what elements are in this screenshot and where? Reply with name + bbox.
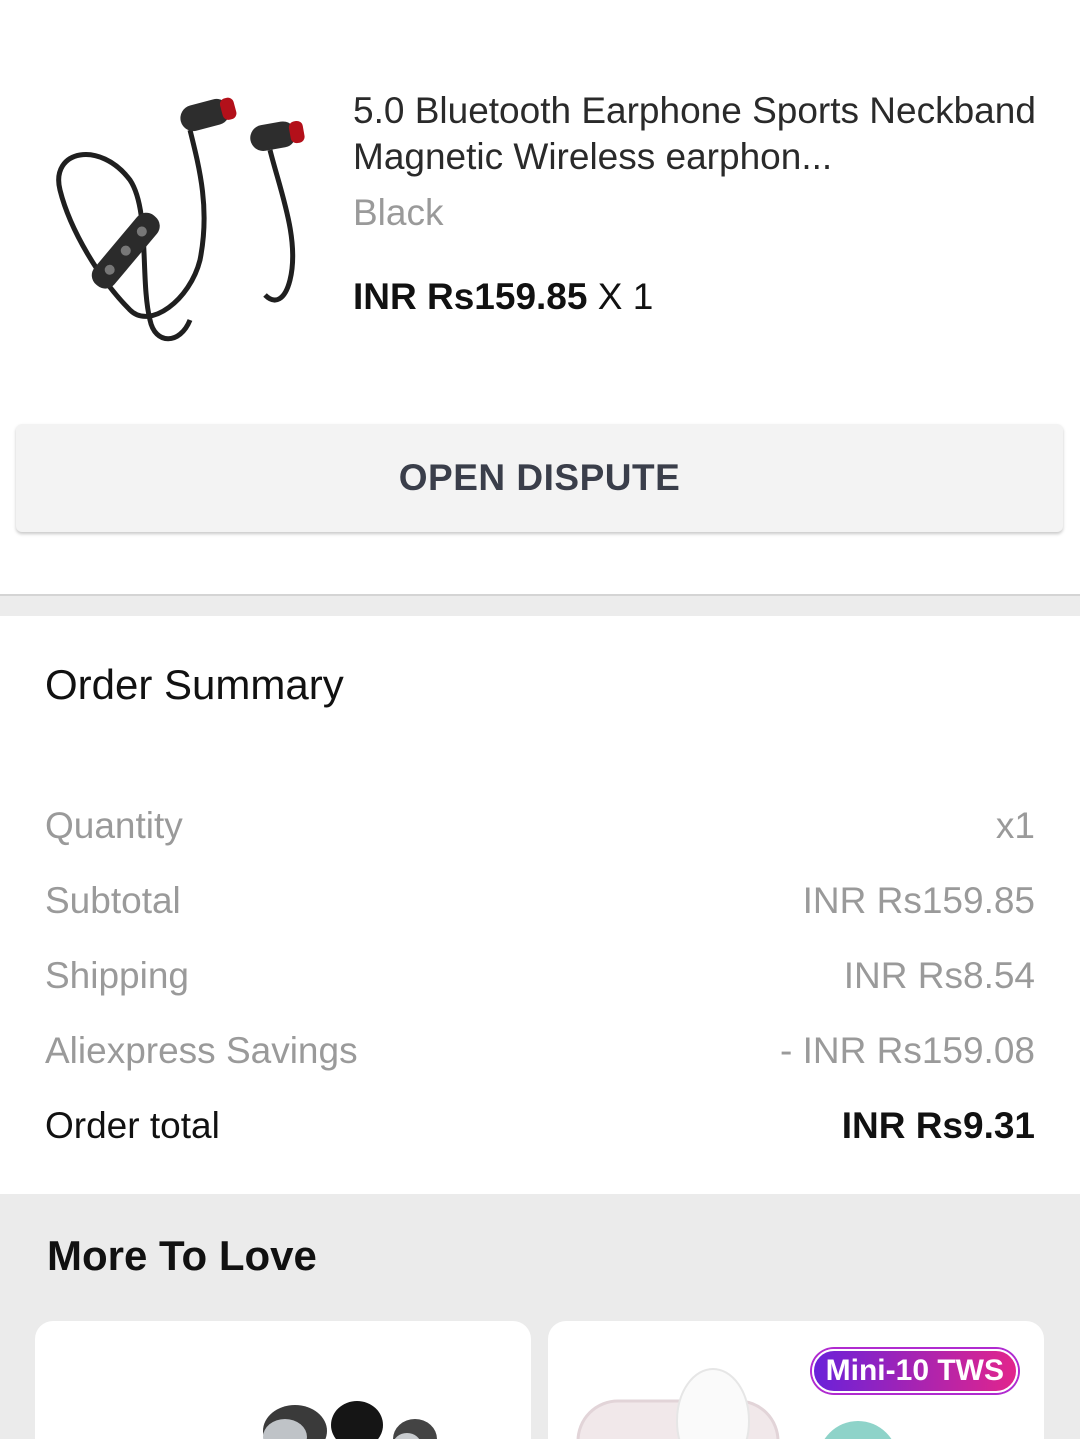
product-variant: Black xyxy=(353,192,444,233)
earphone-image xyxy=(56,97,305,342)
summary-row-subtotal: Subtotal INR Rs159.85 xyxy=(45,878,1035,924)
summary-row-value: x1 xyxy=(995,805,1035,846)
order-summary-title: Order Summary xyxy=(45,661,344,708)
earbuds-product-image xyxy=(263,1401,437,1439)
product-price-row: INR Rs159.85 X 1 xyxy=(353,274,1043,320)
order-total-label: Order total xyxy=(45,1105,220,1146)
order-summary: Order Summary Quantity x1 Subtotal INR R… xyxy=(0,616,1080,1194)
summary-row-total: Order total INR Rs9.31 xyxy=(45,1103,1035,1149)
summary-row-savings: Aliexpress Savings - INR Rs159.08 xyxy=(45,1028,1035,1074)
product-badge: Mini-10 TWS xyxy=(811,1349,1018,1393)
recommendation-card[interactable]: Mini-10 TWS xyxy=(548,1321,1044,1439)
more-to-love-section: More To Love Mini-10 TWS xyxy=(0,1194,1080,1439)
product-quantity: X 1 xyxy=(597,276,654,317)
summary-row-label: Aliexpress Savings xyxy=(45,1030,358,1071)
recommendation-card[interactable] xyxy=(35,1321,531,1439)
summary-row-shipping: Shipping INR Rs8.54 xyxy=(45,953,1035,999)
product-info: 5.0 Bluetooth Earphone Sports Neckband M… xyxy=(353,88,1043,320)
open-dispute-button[interactable]: OPEN DISPUTE xyxy=(16,424,1063,532)
product-thumbnail[interactable] xyxy=(40,80,320,360)
product-price: INR Rs159.85 xyxy=(353,276,588,317)
summary-row-value: INR Rs8.54 xyxy=(843,955,1035,996)
more-to-love-title: More To Love xyxy=(47,1232,317,1279)
summary-row-value: INR Rs159.85 xyxy=(802,880,1035,921)
summary-row-label: Quantity xyxy=(45,805,183,846)
summary-row-quantity: Quantity x1 xyxy=(45,803,1035,849)
summary-row-label: Subtotal xyxy=(45,880,181,921)
order-total-value: INR Rs9.31 xyxy=(841,1105,1035,1146)
order-product-item[interactable]: 5.0 Bluetooth Earphone Sports Neckband M… xyxy=(0,0,1080,594)
section-divider xyxy=(0,594,1080,616)
product-title[interactable]: 5.0 Bluetooth Earphone Sports Neckband M… xyxy=(353,88,1043,180)
summary-row-label: Shipping xyxy=(45,955,190,996)
summary-row-value: - INR Rs159.08 xyxy=(780,1030,1035,1071)
